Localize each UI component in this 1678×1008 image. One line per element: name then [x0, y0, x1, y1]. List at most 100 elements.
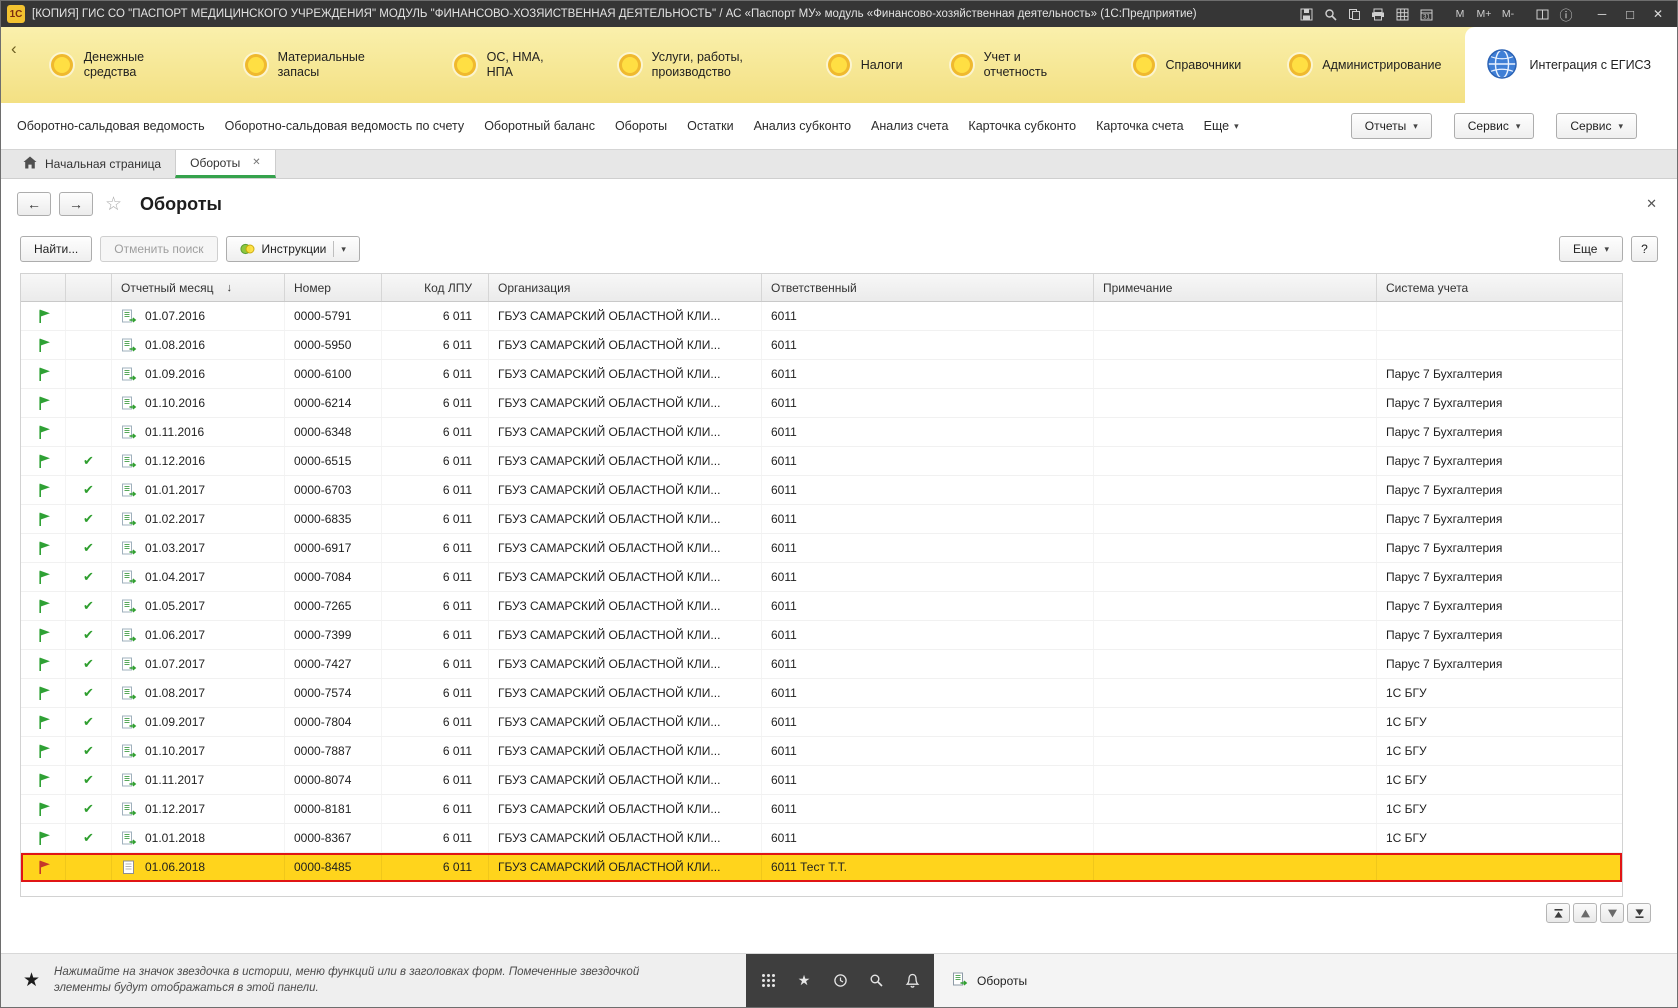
- tab-close-icon[interactable]: [252, 157, 260, 168]
- collapse-panel-button[interactable]: ‹: [1, 27, 27, 103]
- ribbon-section-egisz[interactable]: Интеграция с ЕГИСЗ: [1465, 27, 1677, 103]
- table-row[interactable]: 01.02.20170000-68356 011ГБУЗ САМАРСКИЙ О…: [21, 505, 1622, 534]
- more-button[interactable]: Еще: [1559, 236, 1623, 262]
- table-row[interactable]: 01.01.20170000-67036 011ГБУЗ САМАРСКИЙ О…: [21, 476, 1622, 505]
- column-header[interactable]: Система учета: [1377, 274, 1622, 301]
- table-row[interactable]: 01.11.20160000-63486 011ГБУЗ САМАРСКИЙ О…: [21, 418, 1622, 447]
- table-row[interactable]: 01.09.20160000-61006 011ГБУЗ САМАРСКИЙ О…: [21, 360, 1622, 389]
- column-header[interactable]: Ответственный: [762, 274, 1094, 301]
- info-icon[interactable]: [1555, 3, 1577, 25]
- scroll-top-button[interactable]: [1546, 903, 1570, 923]
- table-row[interactable]: 01.12.20170000-81816 011ГБУЗ САМАРСКИЙ О…: [21, 795, 1622, 824]
- scroll-down-button[interactable]: [1600, 903, 1624, 923]
- submenu-item[interactable]: Карточка субконто: [968, 119, 1076, 133]
- table-row[interactable]: 01.09.20170000-78046 011ГБУЗ САМАРСКИЙ О…: [21, 708, 1622, 737]
- submenu-item[interactable]: Оборотно-сальдовая ведомость: [17, 119, 205, 133]
- cancel-search-button[interactable]: Отменить поиск: [100, 236, 217, 262]
- tab-oboroty[interactable]: Обороты: [175, 150, 275, 178]
- scroll-up-button[interactable]: [1573, 903, 1597, 923]
- favorites-button[interactable]: [786, 954, 822, 1007]
- section-label: Учет и отчетность: [984, 50, 1085, 80]
- column-header[interactable]: Примечание: [1094, 274, 1377, 301]
- table-row[interactable]: 01.06.20170000-73996 011ГБУЗ САМАРСКИЙ О…: [21, 621, 1622, 650]
- history-button[interactable]: [822, 954, 858, 1007]
- scroll-bottom-button[interactable]: [1627, 903, 1651, 923]
- column-header[interactable]: Организация: [489, 274, 762, 301]
- table-row[interactable]: 01.07.20160000-57916 011ГБУЗ САМАРСКИЙ О…: [21, 302, 1622, 331]
- save-icon[interactable]: [1295, 3, 1317, 25]
- history-item[interactable]: Обороты: [977, 974, 1027, 988]
- ribbon-section[interactable]: Услуги, работы, производство: [595, 27, 804, 103]
- submenu-more-button[interactable]: Еще: [1204, 119, 1239, 133]
- maximize-button[interactable]: [1617, 3, 1643, 25]
- column-header[interactable]: [66, 274, 112, 301]
- instructions-button[interactable]: Инструкции: [226, 236, 360, 262]
- section-label: Администрирование: [1322, 58, 1441, 73]
- forward-button[interactable]: [59, 192, 93, 216]
- submenu-action-button[interactable]: Сервис: [1556, 113, 1637, 139]
- print-icon[interactable]: [1367, 3, 1389, 25]
- button-divider: [333, 241, 334, 257]
- table-row[interactable]: 01.10.20170000-78876 011ГБУЗ САМАРСКИЙ О…: [21, 737, 1622, 766]
- calc-m-minus-button[interactable]: M-: [1497, 3, 1519, 25]
- table-row[interactable]: 01.10.20160000-62146 011ГБУЗ САМАРСКИЙ О…: [21, 389, 1622, 418]
- cell-value: 6011: [771, 831, 797, 845]
- flag-cell: [21, 447, 66, 475]
- table-row[interactable]: 01.06.20180000-84856 011ГБУЗ САМАРСКИЙ О…: [21, 853, 1622, 882]
- table-row[interactable]: 01.08.20170000-75746 011ГБУЗ САМАРСКИЙ О…: [21, 679, 1622, 708]
- submenu-item[interactable]: Обороты: [615, 119, 667, 133]
- table-row[interactable]: 01.01.20180000-83676 011ГБУЗ САМАРСКИЙ О…: [21, 824, 1622, 853]
- find-button[interactable]: Найти...: [20, 236, 92, 262]
- submenu-item[interactable]: Остатки: [687, 119, 733, 133]
- ribbon-section[interactable]: Администрирование: [1265, 27, 1465, 103]
- find-icon[interactable]: [1319, 3, 1341, 25]
- ribbon-section[interactable]: Материальные запасы: [221, 27, 430, 103]
- table-icon[interactable]: [1391, 3, 1413, 25]
- accounting-system-cell: Парус 7 Бухгалтерия: [1377, 534, 1622, 562]
- table-row[interactable]: 01.05.20170000-72656 011ГБУЗ САМАРСКИЙ О…: [21, 592, 1622, 621]
- column-header[interactable]: Код ЛПУ: [382, 274, 489, 301]
- submenu-item[interactable]: Оборотно-сальдовая ведомость по счету: [225, 119, 465, 133]
- copy-icon[interactable]: [1343, 3, 1365, 25]
- table-row[interactable]: 01.08.20160000-59506 011ГБУЗ САМАРСКИЙ О…: [21, 331, 1622, 360]
- table-row[interactable]: 01.12.20160000-65156 011ГБУЗ САМАРСКИЙ О…: [21, 447, 1622, 476]
- table-row[interactable]: 01.03.20170000-69176 011ГБУЗ САМАРСКИЙ О…: [21, 534, 1622, 563]
- accounting-system-cell: Парус 7 Бухгалтерия: [1377, 476, 1622, 504]
- column-header[interactable]: Номер: [285, 274, 382, 301]
- form-close-button[interactable]: [1646, 196, 1661, 212]
- ribbon-section[interactable]: Учет и отчетность: [927, 27, 1109, 103]
- ribbon-section[interactable]: Налоги: [804, 27, 927, 103]
- submenu-action-button[interactable]: Отчеты: [1351, 113, 1432, 139]
- notifications-bell-icon[interactable]: [894, 954, 930, 1007]
- panels-icon[interactable]: [1531, 3, 1553, 25]
- minimize-button[interactable]: [1589, 3, 1615, 25]
- submenu-item[interactable]: Карточка счета: [1096, 119, 1184, 133]
- cell-value: 6011: [771, 657, 797, 671]
- search-button[interactable]: [858, 954, 894, 1007]
- tab-home[interactable]: Начальная страница: [9, 150, 175, 178]
- table-row[interactable]: 01.07.20170000-74276 011ГБУЗ САМАРСКИЙ О…: [21, 650, 1622, 679]
- lpu-code-cell: 6 011: [382, 853, 489, 881]
- favorite-star-icon[interactable]: [105, 193, 122, 216]
- submenu-item[interactable]: Анализ счета: [871, 119, 948, 133]
- submenu-action-button[interactable]: Сервис: [1454, 113, 1535, 139]
- ribbon-section[interactable]: Справочники: [1109, 27, 1266, 103]
- ribbon-section[interactable]: ОС, НМА, НПА: [430, 27, 595, 103]
- calc-m-button[interactable]: M: [1449, 3, 1471, 25]
- functions-menu-button[interactable]: [750, 954, 786, 1007]
- back-button[interactable]: [17, 192, 51, 216]
- column-header[interactable]: [21, 274, 66, 301]
- close-button[interactable]: [1645, 3, 1671, 25]
- ribbon-section[interactable]: Денежные средства: [27, 27, 221, 103]
- submenu-item[interactable]: Анализ субконто: [754, 119, 851, 133]
- calc-m-plus-button[interactable]: M+: [1473, 3, 1495, 25]
- column-header[interactable]: Отчетный месяц↓: [112, 274, 285, 301]
- table-row[interactable]: 01.11.20170000-80746 011ГБУЗ САМАРСКИЙ О…: [21, 766, 1622, 795]
- titlebar-toolbar: 31 M M+ M-: [1295, 3, 1671, 25]
- help-button[interactable]: ?: [1631, 236, 1658, 262]
- form-header: Обороты: [1, 179, 1677, 229]
- submenu-item[interactable]: Оборотный баланс: [484, 119, 595, 133]
- table-row[interactable]: 01.04.20170000-70846 011ГБУЗ САМАРСКИЙ О…: [21, 563, 1622, 592]
- cell-value: ГБУЗ САМАРСКИЙ ОБЛАСТНОЙ КЛИ...: [498, 657, 720, 671]
- calendar-icon[interactable]: 31: [1415, 3, 1437, 25]
